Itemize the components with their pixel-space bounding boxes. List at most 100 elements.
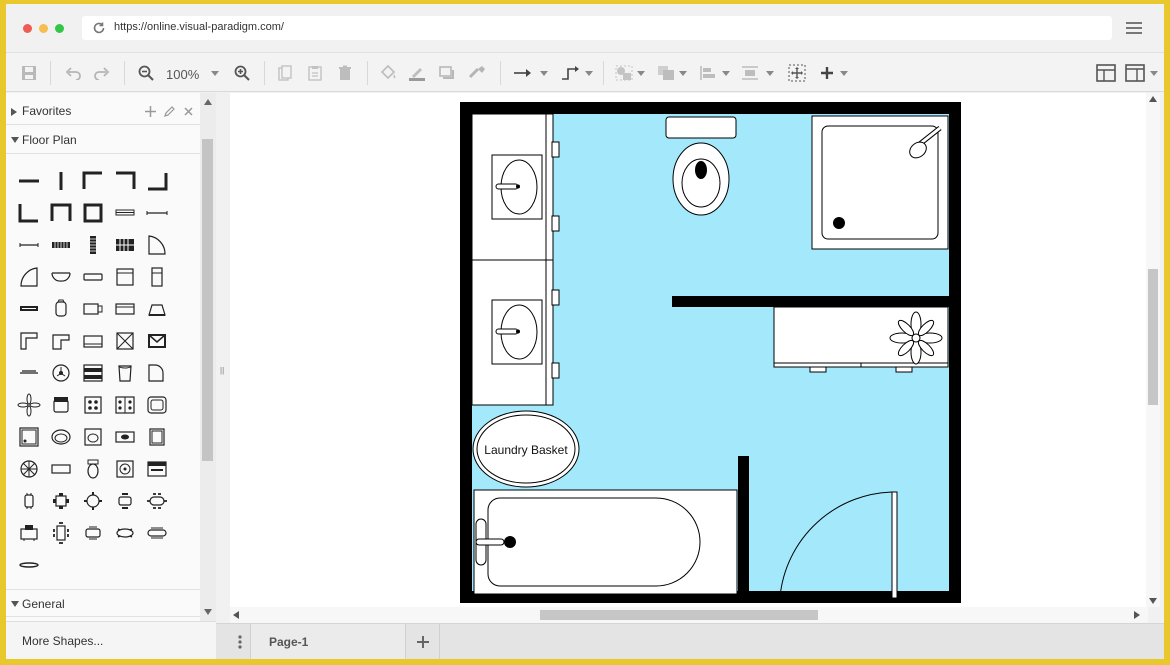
canvas-scroll-down-icon[interactable]: [1149, 598, 1157, 604]
browser-menu-icon[interactable]: [1126, 22, 1142, 34]
crate-icon[interactable]: [110, 327, 140, 355]
fill-color-icon[interactable]: [377, 53, 399, 93]
add-page-button[interactable]: [406, 624, 440, 659]
double-door-icon[interactable]: [46, 263, 76, 291]
waypoint-dropdown-icon[interactable]: [585, 71, 593, 76]
more-shapes-button[interactable]: More Shapes...: [6, 621, 216, 659]
grand-piano-icon[interactable]: [142, 359, 172, 387]
reload-icon[interactable]: [92, 21, 106, 35]
bin-icon[interactable]: [110, 359, 140, 387]
round-sink-box-icon[interactable]: [110, 455, 140, 483]
desk-icon[interactable]: [110, 295, 140, 323]
shower-small-icon[interactable]: [14, 423, 44, 451]
waypoint-style-icon[interactable]: [557, 53, 583, 93]
outer-wall-left[interactable]: [460, 102, 472, 603]
table-four-chairs-icon[interactable]: [46, 487, 76, 515]
room-icon[interactable]: [78, 199, 108, 227]
zoom-dropdown-icon[interactable]: [211, 71, 219, 76]
connector-style-icon[interactable]: [510, 53, 536, 93]
connector-style-dropdown-icon[interactable]: [540, 71, 548, 76]
redo-icon[interactable]: [91, 53, 113, 93]
lamp-icon[interactable]: [46, 295, 76, 323]
page-menu-icon[interactable]: [230, 632, 250, 652]
align-icon[interactable]: [696, 53, 720, 93]
flower-plant-icon[interactable]: [14, 391, 44, 419]
canvas-horizontal-scrollbar[interactable]: [230, 607, 1148, 623]
sink-round-icon[interactable]: [46, 423, 76, 451]
insert-dropdown-icon[interactable]: [840, 71, 848, 76]
interior-wall-vertical[interactable]: [738, 456, 749, 596]
bathtub-small-icon[interactable]: [142, 391, 172, 419]
zoom-in-icon[interactable]: [231, 53, 253, 93]
sidebar-resize-handle[interactable]: ||: [220, 366, 224, 375]
arrange-dropdown-icon[interactable]: [679, 71, 687, 76]
minimize-window-button[interactable]: [39, 24, 48, 33]
zoom-out-icon[interactable]: [135, 53, 157, 93]
rect-table-icon[interactable]: [46, 455, 76, 483]
panel-dropdown-icon[interactable]: [1150, 71, 1158, 76]
group-dropdown-icon[interactable]: [637, 71, 645, 76]
vanity-sink-top[interactable]: [471, 113, 560, 261]
outline-panel-icon[interactable]: [1123, 53, 1147, 93]
window-thin-icon[interactable]: [142, 199, 172, 227]
favorites-section-header[interactable]: Favorites: [6, 97, 200, 125]
bunk-bed-icon[interactable]: [78, 359, 108, 387]
laundry-basket[interactable]: Laundry Basket: [472, 410, 580, 488]
close-favorites-icon[interactable]: [184, 107, 193, 116]
copy-icon[interactable]: [274, 53, 296, 93]
mat-icon[interactable]: [14, 551, 44, 579]
dining-set-icon[interactable]: [14, 519, 44, 547]
envelope-box-icon[interactable]: [142, 327, 172, 355]
close-window-button[interactable]: [23, 24, 32, 33]
long-table-icon[interactable]: [142, 519, 172, 547]
distribute-icon[interactable]: [738, 53, 762, 93]
shower-tray-small-icon[interactable]: [142, 423, 172, 451]
chair-icon[interactable]: [14, 487, 44, 515]
zoom-level[interactable]: 100%: [166, 67, 199, 82]
sidebar-scroll-thumb[interactable]: [202, 139, 213, 461]
cabinet-icon[interactable]: [78, 327, 108, 355]
wall-corner-bottom-left-icon[interactable]: [14, 199, 44, 227]
format-panel-icon[interactable]: [1094, 53, 1118, 93]
bookcase-icon[interactable]: [110, 263, 140, 291]
piano-small-icon[interactable]: [142, 295, 172, 323]
wall-vertical-icon[interactable]: [46, 167, 76, 195]
tv-icon[interactable]: [14, 295, 44, 323]
wheel-table-icon[interactable]: [14, 455, 44, 483]
sink-square-icon[interactable]: [78, 423, 108, 451]
interior-wall-horizontal[interactable]: [672, 296, 956, 307]
distribute-dropdown-icon[interactable]: [766, 71, 774, 76]
armchair-icon[interactable]: [46, 391, 76, 419]
stairs-block-icon[interactable]: [110, 231, 140, 259]
arrange-icon[interactable]: [654, 53, 678, 93]
delete-icon[interactable]: [334, 53, 356, 93]
page-tab[interactable]: Page-1: [250, 624, 406, 659]
format-painter-icon[interactable]: [466, 53, 488, 93]
address-bar[interactable]: https://online.visual-paradigm.com/: [82, 16, 1112, 40]
sink-double-icon[interactable]: [110, 423, 140, 451]
floor-plan-section-header[interactable]: Floor Plan: [6, 126, 200, 154]
canvas-scroll-left-icon[interactable]: [233, 611, 239, 619]
canvas-vertical-scroll-thumb[interactable]: [1148, 269, 1158, 405]
refrigerator-icon[interactable]: [142, 263, 172, 291]
wall-u-icon[interactable]: [46, 199, 76, 227]
copier-icon[interactable]: [78, 295, 108, 323]
round-table-chairs-icon[interactable]: [78, 487, 108, 515]
table-chairs-vertical-icon[interactable]: [46, 519, 76, 547]
ceiling-fan-icon[interactable]: [46, 359, 76, 387]
canvas-scroll-right-icon[interactable]: [1134, 611, 1140, 619]
wall-corner-top-right-icon[interactable]: [110, 167, 140, 195]
rug-icon[interactable]: [14, 359, 44, 387]
canvas-horizontal-scroll-thumb[interactable]: [540, 610, 818, 620]
bathtub[interactable]: [473, 489, 738, 595]
undo-icon[interactable]: [62, 53, 84, 93]
canvas-scroll-up-icon[interactable]: [1149, 96, 1157, 102]
counter-l-icon[interactable]: [14, 327, 44, 355]
sofa-small-icon[interactable]: [78, 263, 108, 291]
vanity-sink-bottom[interactable]: [471, 259, 560, 406]
door-arc-icon[interactable]: [142, 231, 172, 259]
oven-icon[interactable]: [142, 455, 172, 483]
paste-icon[interactable]: [304, 53, 326, 93]
stove-icon[interactable]: [78, 391, 108, 419]
stove-large-icon[interactable]: [110, 391, 140, 419]
